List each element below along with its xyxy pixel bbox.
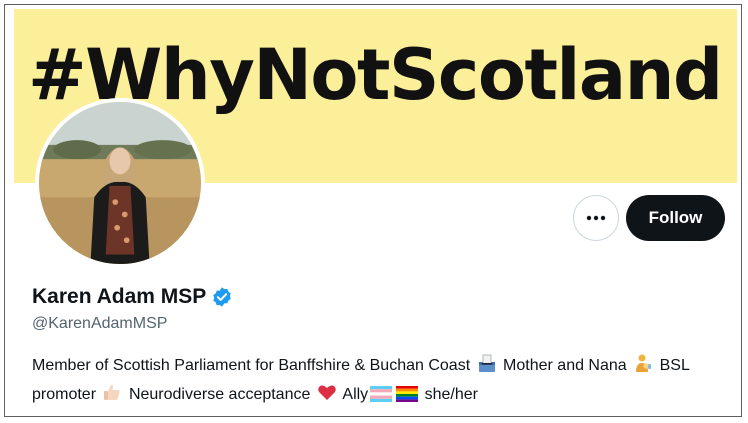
- username-handle: @KarenAdamMSP: [32, 315, 168, 332]
- follow-button[interactable]: Follow: [626, 195, 725, 241]
- trans-flag-icon: [370, 385, 393, 411]
- display-name: Karen Adam MSP: [32, 285, 207, 308]
- more-options-button[interactable]: [573, 195, 619, 241]
- bio-text-4: Neurodiverse acceptance: [128, 386, 311, 403]
- thumbs-up-icon: [102, 382, 122, 411]
- profile-card: #WhyNotScotland Follow Karen Adam MSP @K…: [4, 4, 742, 417]
- bio-text-6: she/her: [424, 386, 478, 403]
- bio-text-5: Ally: [342, 386, 369, 403]
- name-row: Karen Adam MSP: [32, 285, 233, 309]
- profile-bio: Member of Scottish Parliament for Banffs…: [32, 353, 732, 411]
- verified-badge-icon[interactable]: [211, 286, 233, 308]
- avatar[interactable]: [35, 98, 205, 268]
- person-feeding-baby-icon: [633, 353, 653, 382]
- bio-text-1: Member of Scottish Parliament for Banffs…: [32, 357, 471, 374]
- bio-text-2: Mother and Nana: [503, 357, 627, 374]
- ballot-box-icon: [477, 353, 497, 382]
- red-heart-icon: [317, 382, 337, 411]
- avatar-photo: [39, 102, 201, 264]
- more-options-icon: [586, 215, 606, 221]
- rainbow-flag-icon: [396, 385, 419, 411]
